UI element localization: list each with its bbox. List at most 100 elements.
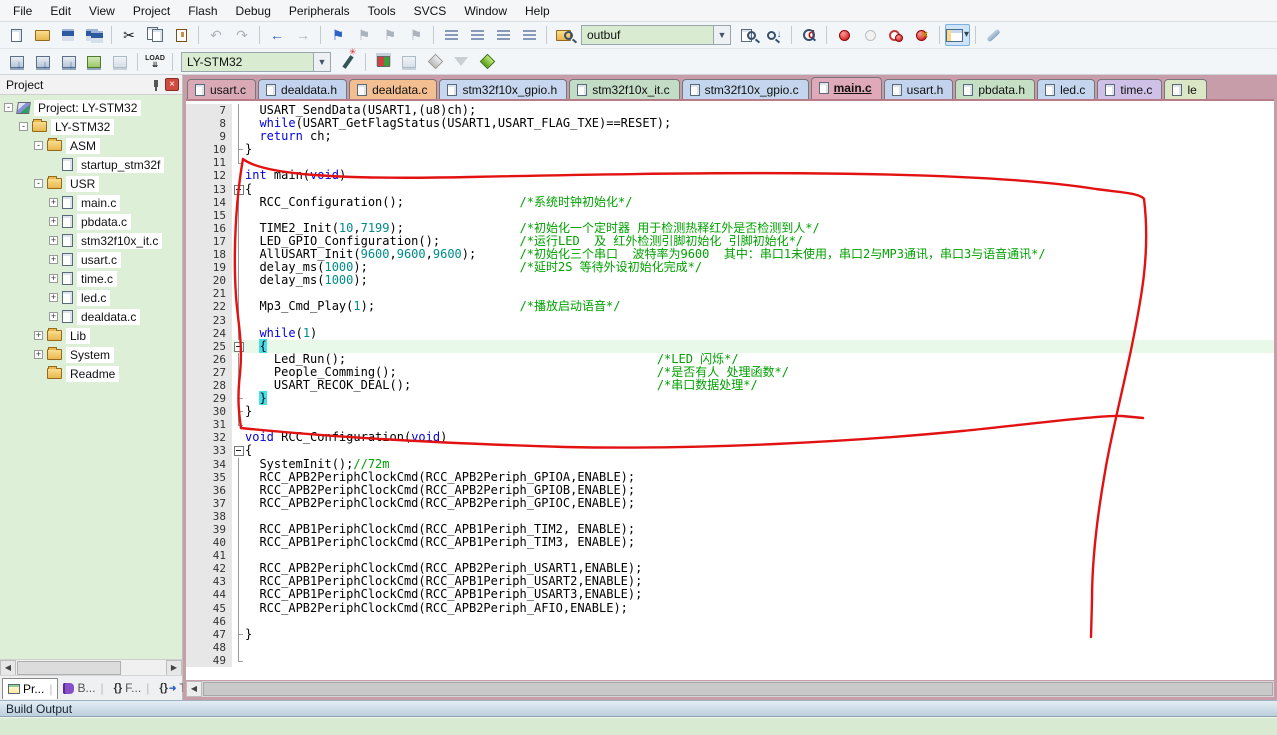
stop-build-button[interactable] [108, 51, 132, 73]
panel-tab-pr[interactable]: Pr...| [2, 678, 58, 699]
select-software-packs-button[interactable] [449, 51, 473, 73]
target-select-combo[interactable]: LY-STM32▼ [181, 52, 331, 72]
manage-components-button[interactable] [397, 51, 421, 73]
find-in-files-button[interactable] [552, 24, 576, 46]
scroll-left-icon[interactable]: ◀ [0, 660, 16, 676]
code-text[interactable]: int main(void) [245, 169, 1274, 182]
menu-window[interactable]: Window [455, 1, 516, 21]
code-text[interactable] [245, 314, 1274, 327]
code-text[interactable]: while(1) [245, 327, 1274, 340]
editor-tab-stm32f10x_gpio-h[interactable]: stm32f10x_gpio.h [439, 79, 567, 101]
expand-icon[interactable]: + [49, 312, 58, 321]
bookmark-toggle-button[interactable]: ⚑ [326, 24, 350, 46]
code-text[interactable]: } [245, 405, 1274, 418]
editor-tab-main-c[interactable]: main.c [811, 77, 882, 101]
code-text[interactable]: delay_ms(1000); /*延时2S 等待外设初始化完成*/ [245, 261, 1274, 274]
menu-svcs[interactable]: SVCS [405, 1, 456, 21]
collapse-icon[interactable]: - [4, 103, 13, 112]
tree-item-readme[interactable]: +Readme [0, 364, 182, 383]
editor-tab-usart-h[interactable]: usart.h [884, 79, 954, 101]
collapse-icon[interactable]: - [34, 179, 43, 188]
expand-icon[interactable]: + [49, 217, 58, 226]
code-text[interactable]: } [245, 392, 1274, 405]
editor-tab-time-c[interactable]: time.c [1097, 79, 1162, 101]
paste-button[interactable] [169, 24, 193, 46]
find-text-combo[interactable]: outbuf▼ [581, 25, 731, 45]
expand-icon[interactable]: + [49, 255, 58, 264]
code-text[interactable]: while(USART_GetFlagStatus(USART1,USART_F… [245, 117, 1274, 130]
target-options-button[interactable] [336, 51, 360, 73]
menu-project[interactable]: Project [124, 1, 179, 21]
tree-item-usr[interactable]: -USR [0, 174, 182, 193]
editor-tab-pbdata-h[interactable]: pbdata.h [955, 79, 1035, 101]
menu-peripherals[interactable]: Peripherals [280, 1, 359, 21]
bookmark-clear-button[interactable]: ⚑ [404, 24, 428, 46]
code-text[interactable]: { [245, 444, 1274, 457]
tree-item-ly-stm32[interactable]: -LY-STM32 [0, 117, 182, 136]
expand-icon[interactable]: + [49, 274, 58, 283]
collapse-icon[interactable]: - [19, 122, 28, 131]
file-extensions-button[interactable] [371, 51, 395, 73]
editor-tab-stm32f10x_gpio-c[interactable]: stm32f10x_gpio.c [682, 79, 809, 101]
code-text[interactable]: RCC_Configuration(); /*系统时钟初始化*/ [245, 196, 1274, 209]
code-text[interactable]: RCC_APB1PeriphClockCmd(RCC_APB1Periph_TI… [245, 536, 1274, 549]
panel-tab-b[interactable]: B...| [58, 678, 108, 698]
manage-run-time-button[interactable] [475, 51, 499, 73]
fold-toggle-icon[interactable] [232, 183, 245, 196]
bookmark-next-button[interactable]: ⚑ [378, 24, 402, 46]
start-debug-button[interactable]: d [797, 24, 821, 46]
menu-debug[interactable]: Debug [227, 1, 280, 21]
bookmark-prev-button[interactable]: ⚑ [352, 24, 376, 46]
redo-button[interactable]: ↷ [230, 24, 254, 46]
tree-item-lib[interactable]: +Lib [0, 326, 182, 345]
tree-item-startup-stm32f[interactable]: +startup_stm32f [0, 155, 182, 174]
comment-button[interactable] [491, 24, 515, 46]
tree-item-system[interactable]: +System [0, 345, 182, 364]
collapse-icon[interactable]: - [34, 141, 43, 150]
panel-tab-f[interactable]: {}F...| [109, 678, 155, 698]
find-button[interactable] [736, 24, 760, 46]
scroll-right-icon[interactable]: ▶ [166, 660, 182, 676]
download-button[interactable]: LOAD⇊ [143, 51, 167, 73]
scroll-left-icon[interactable]: ◀ [186, 681, 202, 697]
expand-icon[interactable]: + [49, 236, 58, 245]
build-output-header[interactable]: Build Output [0, 700, 1277, 717]
tree-item-pbdata-c[interactable]: +pbdata.c [0, 212, 182, 231]
project-h-scrollbar[interactable]: ◀ ▶ [0, 659, 182, 675]
window-layout-button[interactable]: ▾ [945, 24, 970, 46]
new-file-button[interactable] [4, 24, 28, 46]
menu-edit[interactable]: Edit [41, 1, 80, 21]
code-text[interactable] [245, 156, 1274, 169]
editor-tab-usart-c[interactable]: usart.c [187, 79, 256, 101]
editor-tab-led-c[interactable]: led.c [1037, 79, 1095, 101]
save-button[interactable] [56, 24, 80, 46]
editor-tab-dealdata-h[interactable]: dealdata.h [258, 79, 347, 101]
pin-icon[interactable] [151, 79, 161, 91]
code-text[interactable] [245, 641, 1274, 654]
copy-button[interactable] [143, 24, 167, 46]
chevron-down-icon[interactable]: ▼ [313, 53, 330, 71]
uncomment-button[interactable] [517, 24, 541, 46]
save-all-button[interactable] [82, 24, 106, 46]
rebuild-all-button[interactable]: ↓ [56, 51, 80, 73]
editor-tab-dealdata-c[interactable]: dealdata.c [349, 79, 437, 101]
build-button[interactable]: ↓ [30, 51, 54, 73]
menu-tools[interactable]: Tools [359, 1, 405, 21]
cut-button[interactable]: ✂ [117, 24, 141, 46]
code-text[interactable]: } [245, 628, 1274, 641]
pack-installer-button[interactable] [423, 51, 447, 73]
tree-item-asm[interactable]: -ASM [0, 136, 182, 155]
expand-icon[interactable]: + [34, 350, 43, 359]
navigate-forward-button[interactable]: → [291, 24, 315, 46]
code-text[interactable]: RCC_APB2PeriphClockCmd(RCC_APB2Periph_GP… [245, 497, 1274, 510]
navigate-back-button[interactable]: ← [265, 24, 289, 46]
code-text[interactable]: delay_ms(1000); [245, 274, 1274, 287]
breakpoint-kill-all-button[interactable]: × [910, 24, 934, 46]
configure-button[interactable] [981, 24, 1005, 46]
code-text[interactable] [245, 654, 1274, 667]
breakpoint-disable-all-button[interactable] [884, 24, 908, 46]
code-text[interactable]: return ch; [245, 130, 1274, 143]
build-output-body[interactable] [0, 717, 1277, 735]
menu-file[interactable]: File [4, 1, 41, 21]
code-text[interactable]: RCC_APB2PeriphClockCmd(RCC_APB2Periph_AF… [245, 602, 1274, 615]
